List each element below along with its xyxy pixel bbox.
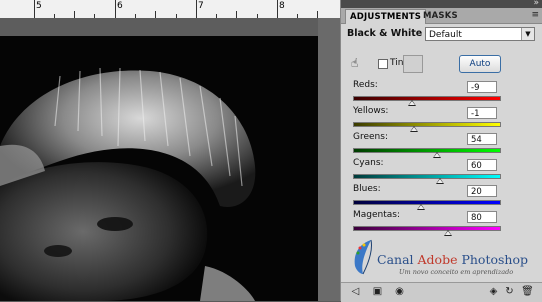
- slider-label: Blues:: [353, 184, 381, 194]
- brand-photoshop: Photoshop: [461, 252, 528, 267]
- slider-value-field[interactable]: -9: [467, 81, 497, 93]
- ruler-number: 5: [36, 1, 42, 11]
- ruler-tick: [115, 0, 116, 18]
- trash-icon[interactable]: 🗑: [521, 286, 534, 298]
- slider-thumb[interactable]: [443, 230, 452, 236]
- panel-menu-icon[interactable]: ≡: [531, 10, 539, 20]
- ruler-number: 7: [198, 1, 204, 11]
- slider-value-field[interactable]: 54: [467, 133, 497, 145]
- tab-adjustments[interactable]: ADJUSTMENTS: [345, 9, 427, 24]
- slider-value-field[interactable]: 60: [467, 159, 497, 171]
- feather-logo-icon: [354, 239, 372, 275]
- chevron-down-icon[interactable]: ▼: [521, 28, 534, 40]
- slider-label: Reds:: [353, 80, 378, 90]
- canvas-pasteboard: [0, 18, 318, 36]
- clip-layer-icon[interactable]: ◉: [393, 286, 406, 298]
- panel-header-bar: »: [341, 0, 542, 8]
- canal-adobe-photoshop-watermark: Canal Adobe Photoshop Um novo conceito e…: [349, 238, 539, 282]
- auto-button[interactable]: Auto: [459, 55, 501, 73]
- slider-track[interactable]: [353, 226, 501, 231]
- slider-label: Greens:: [353, 132, 388, 142]
- adjustment-header: Black & White Default ▼: [341, 24, 542, 46]
- tint-checkbox[interactable]: [378, 59, 388, 69]
- slider-value-field[interactable]: -1: [467, 107, 497, 119]
- ruler-number: 8: [279, 1, 285, 11]
- ruler-tick: [236, 11, 237, 18]
- ruler-tick: [34, 0, 35, 18]
- double-chevron-right-icon[interactable]: »: [533, 0, 539, 8]
- visibility-eye-icon[interactable]: ◈: [487, 286, 500, 298]
- panel-bottom-toolbar: ◁ ▣ ◉ ◈ ↻ 🗑: [341, 282, 542, 302]
- ruler-tick: [317, 11, 318, 18]
- back-arrow-icon[interactable]: ◁: [349, 286, 362, 298]
- portrait-image: [0, 36, 318, 301]
- ruler-tick: [155, 11, 156, 18]
- photo-canvas[interactable]: [0, 36, 318, 301]
- slider-track[interactable]: [353, 122, 501, 127]
- ruler-tick: [74, 11, 75, 18]
- brand-adobe: Adobe: [417, 252, 458, 267]
- slider-track[interactable]: [353, 148, 501, 153]
- expand-view-icon[interactable]: ▣: [371, 286, 384, 298]
- brand-name: Canal Adobe Photoshop: [377, 252, 528, 267]
- brand-canal: Canal: [377, 252, 414, 267]
- horizontal-ruler: 5 6 7 8: [0, 0, 340, 19]
- preset-dropdown[interactable]: Default ▼: [425, 27, 535, 41]
- tint-color-swatch[interactable]: [403, 55, 423, 73]
- panel-tabs: ADJUSTMENTS MASKS ≡: [341, 8, 542, 24]
- slider-label: Yellows:: [353, 106, 389, 116]
- ruler-tick: [196, 0, 197, 18]
- adjustment-title: Black & White: [347, 28, 423, 39]
- reset-icon[interactable]: ↻: [503, 286, 516, 298]
- brand-slogan: Um novo conceito em aprendizado: [399, 268, 514, 276]
- slider-track[interactable]: [353, 200, 501, 205]
- slider-value-field[interactable]: 20: [467, 185, 497, 197]
- adjustments-panel: » ADJUSTMENTS MASKS ≡ Black & White Defa…: [340, 0, 542, 302]
- canvas-pasteboard-right: [318, 18, 340, 301]
- slider-track[interactable]: [353, 174, 501, 179]
- slider-value-field[interactable]: 80: [467, 211, 497, 223]
- adjustment-tools-row: ☝ Tint Auto: [341, 50, 542, 78]
- tab-masks[interactable]: MASKS: [419, 9, 462, 23]
- ruler-tick: [277, 0, 278, 18]
- targeted-adjustment-hand-icon[interactable]: ☝: [351, 56, 358, 70]
- preset-selected-value: Default: [429, 30, 462, 40]
- slider-label: Magentas:: [353, 210, 400, 220]
- ruler-number: 6: [117, 1, 123, 11]
- slider-track[interactable]: [353, 96, 501, 101]
- slider-label: Cyans:: [353, 158, 384, 168]
- document-area: 5 6 7 8: [0, 0, 340, 301]
